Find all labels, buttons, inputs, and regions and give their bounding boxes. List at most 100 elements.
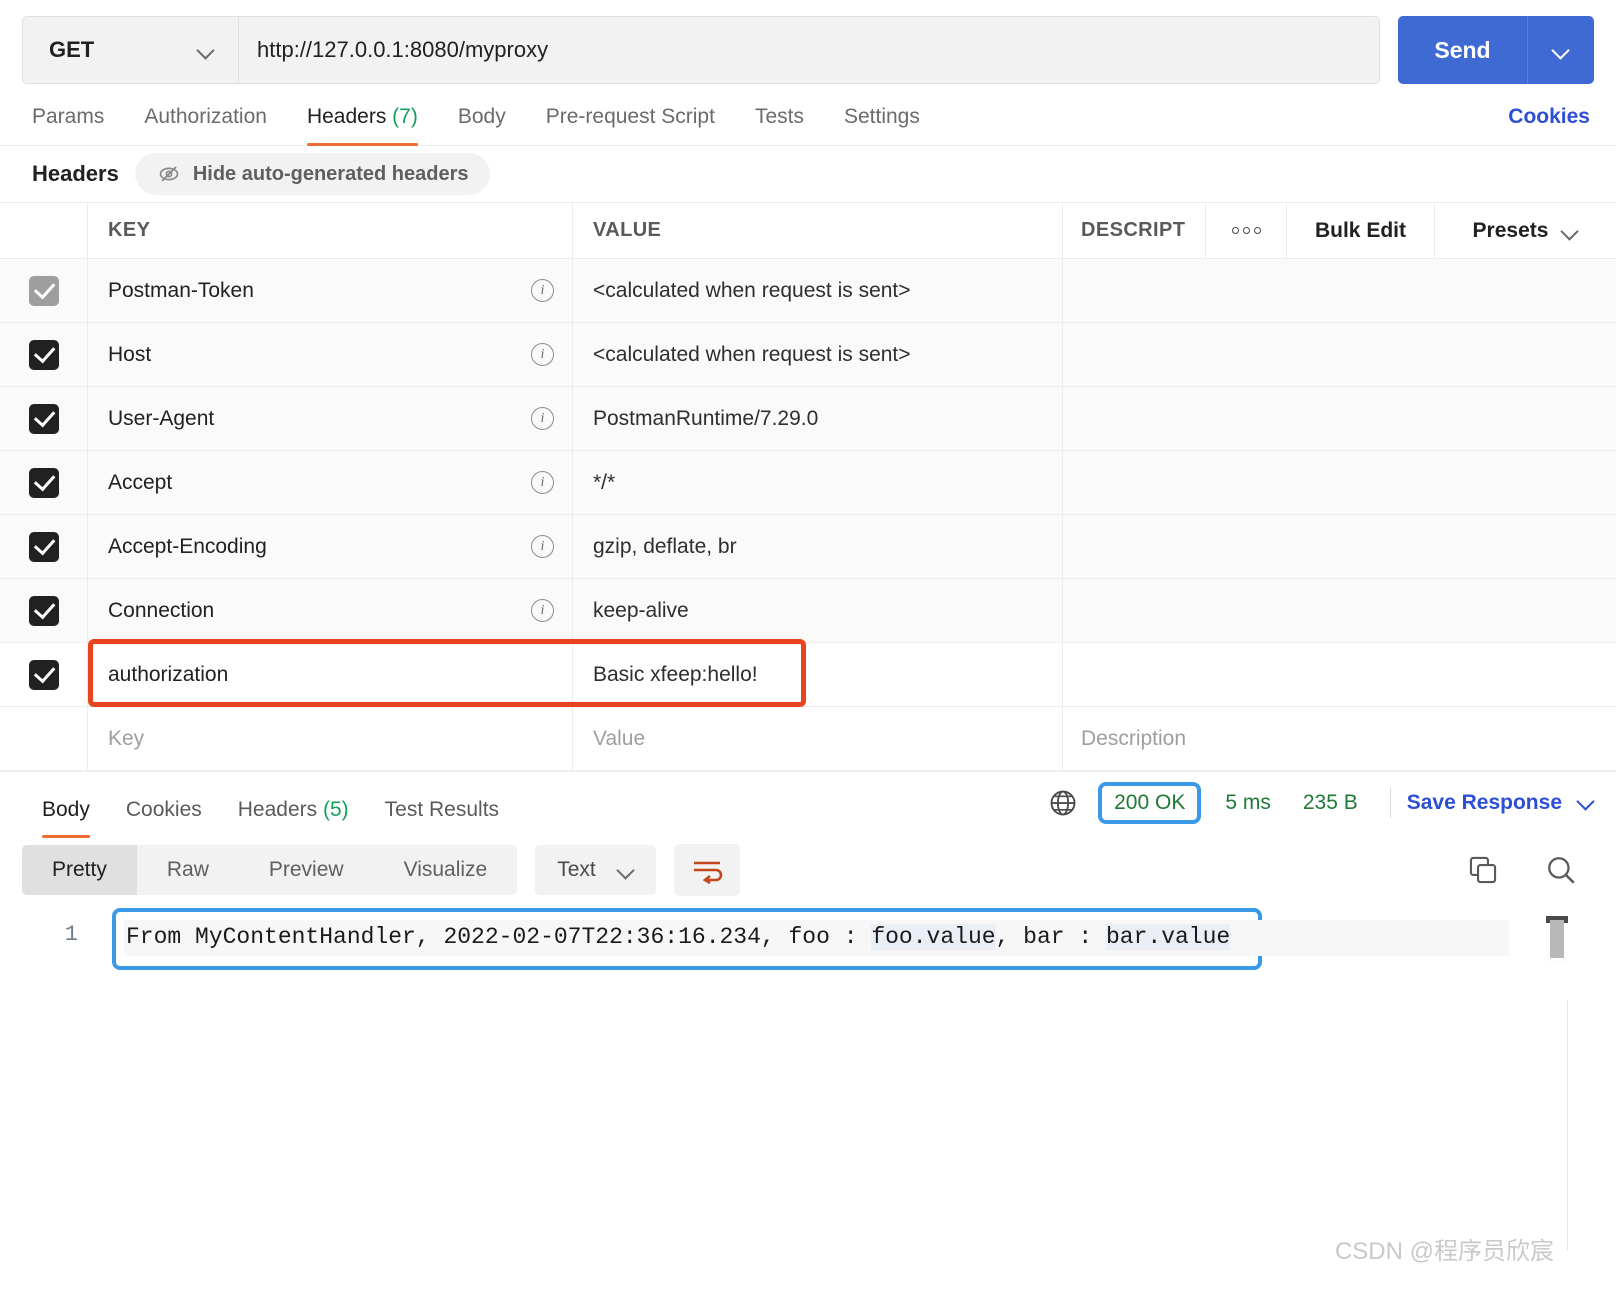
info-icon[interactable]: i (531, 407, 554, 430)
new-value-input[interactable]: Value (573, 707, 1063, 770)
row-value-cell[interactable]: keep-alive (573, 579, 1063, 642)
view-mode-pretty[interactable]: Pretty (22, 845, 137, 895)
info-icon[interactable]: i (531, 535, 554, 558)
headers-subbar: Headers Hide auto-generated headers (0, 146, 1616, 202)
search-icon (1548, 857, 1575, 884)
new-key-input[interactable]: Key (88, 707, 573, 770)
tab-label: Headers (306, 105, 387, 128)
send-group: Send (1398, 16, 1594, 84)
http-method-select[interactable]: GET (23, 17, 239, 83)
bulk-edit-button[interactable]: Bulk Edit (1287, 203, 1435, 258)
table-row: User-Agent i PostmanRuntime/7.29.0 (0, 387, 1616, 451)
tab-label: Pre-request Script (545, 105, 715, 128)
row-key-text: Connection (108, 598, 215, 622)
row-enabled-checkbox[interactable] (28, 531, 59, 562)
table-row: Host i <calculated when request is sent> (0, 323, 1616, 387)
more-options-button[interactable] (1205, 203, 1287, 258)
row-enabled-checkbox[interactable] (28, 659, 59, 690)
row-key-cell[interactable]: Accept-Encoding i (88, 515, 573, 578)
body-var-bar: bar.value (1105, 924, 1231, 950)
row-key-cell[interactable]: authorization (88, 643, 573, 706)
save-response-button[interactable]: Save Response (1407, 791, 1562, 815)
table-row: Connection i keep-alive (0, 579, 1616, 643)
view-mode-raw[interactable]: Raw (137, 845, 239, 895)
response-format-select[interactable]: Text (535, 845, 656, 895)
row-key-cell[interactable]: Host i (88, 323, 573, 386)
row-value-cell[interactable]: gzip, deflate, br (573, 515, 1063, 578)
ellipsis-icon (1231, 227, 1261, 234)
tab-authorization[interactable]: Authorization (124, 105, 287, 145)
response-body-text[interactable]: From MyContentHandler, 2022-02-07T22:36:… (124, 920, 1509, 956)
row-enabled-checkbox[interactable] (28, 595, 59, 626)
tab-body[interactable]: Body (438, 105, 526, 145)
view-mode-preview[interactable]: Preview (239, 845, 374, 895)
url-input[interactable]: http://127.0.0.1:8080/myproxy (239, 17, 1379, 83)
row-description-cell[interactable] (1063, 323, 1616, 386)
header-cell-description: DESCRIPT (1081, 219, 1186, 241)
row-key-cell[interactable]: Postman-Token i (88, 259, 573, 322)
row-enabled-checkbox[interactable] (28, 403, 59, 434)
body-scrollbar-thumb[interactable] (1550, 920, 1564, 958)
copy-button[interactable] (1466, 853, 1500, 887)
headers-title: Headers (32, 161, 119, 186)
row-value-cell[interactable]: Basic xfeep:hello! (573, 643, 1063, 706)
response-tabs: Body Cookies Headers (5) Test Results 20… (0, 772, 1616, 838)
row-key-cell[interactable]: Connection i (88, 579, 573, 642)
hide-auto-generated-headers-button[interactable]: Hide auto-generated headers (134, 153, 491, 195)
save-response-options-button[interactable] (1578, 793, 1594, 814)
table-row-authorization: authorization Basic xfeep:hello! (0, 639, 1616, 707)
row-key-cell[interactable]: Accept i (88, 451, 573, 514)
row-description-cell[interactable] (1063, 515, 1616, 578)
tab-tests[interactable]: Tests (735, 105, 824, 145)
row-value-cell[interactable]: */* (573, 451, 1063, 514)
cookies-link[interactable]: Cookies (1508, 105, 1594, 145)
info-icon[interactable]: i (531, 599, 554, 622)
response-toolbar-right (1466, 853, 1594, 887)
row-description-cell[interactable] (1063, 387, 1616, 450)
info-icon[interactable]: i (531, 279, 554, 302)
chevron-down-icon (1553, 42, 1569, 58)
chevron-down-icon (1562, 223, 1578, 239)
row-enabled-checkbox[interactable] (28, 275, 59, 306)
response-tab-cookies[interactable]: Cookies (108, 798, 220, 838)
row-key-text: Accept (108, 470, 173, 494)
tab-settings[interactable]: Settings (824, 105, 940, 145)
row-checkbox-cell (0, 323, 88, 386)
tab-params[interactable]: Params (22, 105, 124, 145)
table-row: Postman-Token i <calculated when request… (0, 259, 1616, 323)
right-divider (1567, 1000, 1568, 1250)
row-description-cell[interactable] (1063, 451, 1616, 514)
tab-label: Tests (754, 105, 804, 128)
row-value-cell[interactable]: PostmanRuntime/7.29.0 (573, 387, 1063, 450)
view-mode-visualize[interactable]: Visualize (374, 845, 518, 895)
response-tab-headers[interactable]: Headers (5) (220, 798, 367, 838)
wrap-lines-button[interactable] (673, 844, 740, 896)
watermark: CSDN @程序员欣宸 (1334, 1238, 1554, 1265)
response-tab-body[interactable]: Body (42, 798, 108, 838)
row-checkbox-cell (0, 259, 88, 322)
tab-headers[interactable]: Headers (7) (287, 105, 438, 146)
search-button[interactable] (1544, 853, 1578, 887)
copy-icon (1469, 856, 1497, 884)
presets-button[interactable]: Presets (1435, 203, 1616, 258)
new-description-input[interactable]: Description (1063, 707, 1616, 770)
tab-pre-request-script[interactable]: Pre-request Script (526, 105, 735, 145)
row-enabled-checkbox[interactable] (28, 339, 59, 370)
row-description-cell[interactable] (1063, 643, 1616, 706)
table-header-row: KEY VALUE DESCRIPT Bulk Edit Presets (0, 203, 1616, 259)
row-description-cell[interactable] (1063, 259, 1616, 322)
row-value-cell[interactable]: <calculated when request is sent> (573, 323, 1063, 386)
row-checkbox-cell (0, 515, 88, 578)
info-icon[interactable]: i (531, 471, 554, 494)
response-tab-test-results[interactable]: Test Results (367, 798, 517, 838)
info-icon[interactable]: i (531, 343, 554, 366)
row-description-cell[interactable] (1063, 579, 1616, 642)
row-value-cell[interactable]: <calculated when request is sent> (573, 259, 1063, 322)
row-key-cell[interactable]: User-Agent i (88, 387, 573, 450)
table-row: Accept-Encoding i gzip, deflate, br (0, 515, 1616, 579)
wrap-text-icon (693, 861, 722, 885)
send-options-button[interactable] (1528, 16, 1594, 84)
response-format-label: Text (557, 858, 596, 881)
send-button[interactable]: Send (1398, 16, 1528, 84)
row-enabled-checkbox[interactable] (28, 467, 59, 498)
